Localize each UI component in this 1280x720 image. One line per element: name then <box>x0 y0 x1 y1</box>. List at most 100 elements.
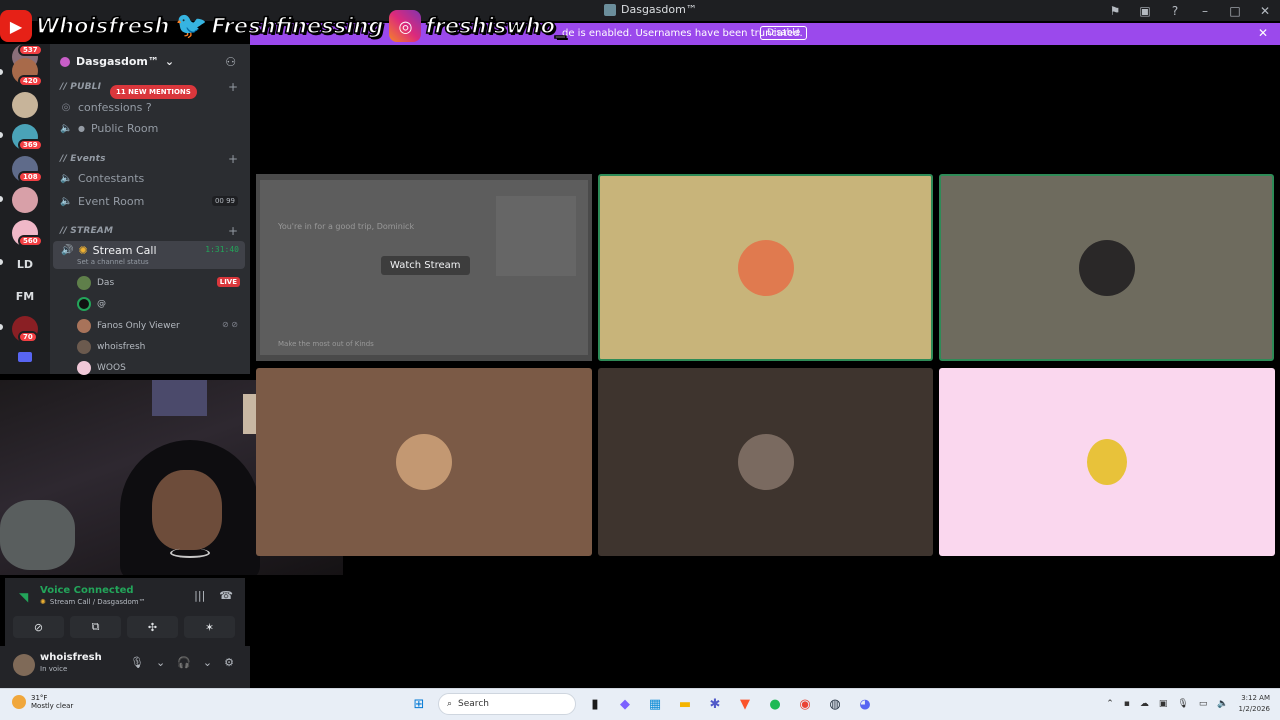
discord-icon[interactable]: ◕ <box>854 693 876 715</box>
disconnect-icon[interactable]: ☎ <box>219 589 233 602</box>
volume-icon[interactable]: 🔈 <box>1217 699 1228 709</box>
channel-public-room[interactable]: 🔈 ● Public Room <box>60 122 158 135</box>
chevron-up-icon[interactable]: ⌃ <box>1106 699 1114 709</box>
avatar[interactable] <box>13 654 35 676</box>
voice-user[interactable]: whoisfresh <box>77 340 145 354</box>
channel-status[interactable]: Set a channel status <box>77 258 149 266</box>
add-channel-icon[interactable]: + <box>228 80 238 94</box>
server-icon[interactable] <box>12 187 38 213</box>
store-icon[interactable]: ▦ <box>644 693 666 715</box>
disable-button[interactable]: Disable <box>760 26 808 40</box>
help-icon[interactable]: ? <box>1160 4 1190 18</box>
copilot-icon[interactable]: ◆ <box>614 693 636 715</box>
avatar <box>77 319 91 333</box>
minimize-button[interactable]: – <box>1190 4 1220 18</box>
voice-location[interactable]: Stream Call / Dasgasdom™ <box>50 598 146 606</box>
server-icon[interactable] <box>12 92 38 118</box>
category-events[interactable]: // Events <box>60 154 106 164</box>
watch-stream-button[interactable]: Watch Stream <box>381 256 470 275</box>
gear-icon[interactable]: ⚙ <box>224 656 234 669</box>
task-view-icon[interactable]: ▮ <box>584 693 606 715</box>
teams-icon[interactable]: ✱ <box>704 693 726 715</box>
tray-app-icon[interactable]: ▪ <box>1124 699 1130 709</box>
network-icon[interactable]: ▭ <box>1199 699 1208 709</box>
voice-user[interactable]: @ <box>77 297 106 311</box>
window-title: Dasgasdom™ <box>604 3 697 16</box>
signal-icon[interactable]: ◥ <box>19 590 28 604</box>
cloud-icon[interactable]: ☁ <box>1140 699 1149 709</box>
voice-user[interactable]: WOOS <box>77 361 126 375</box>
participant-tile[interactable] <box>256 368 592 556</box>
tray-app-icon[interactable]: ▣ <box>1159 699 1168 709</box>
channel-event-room[interactable]: 🔈 Event Room <box>60 195 144 208</box>
instagram-icon: ◎ <box>389 10 422 42</box>
channel-stream-call[interactable]: 🔊 ✺ Stream Call 1:31:40 Set a channel st… <box>53 241 245 269</box>
voice-connected-label[interactable]: Voice Connected <box>40 585 134 596</box>
add-channel-icon[interactable]: + <box>228 224 238 238</box>
maximize-button[interactable]: □ <box>1220 4 1250 18</box>
file-explorer-icon[interactable]: ▬ <box>674 693 696 715</box>
chevron-down-icon[interactable]: ⌄ <box>156 656 165 669</box>
chain-necklace <box>170 548 210 558</box>
weather-widget[interactable]: 31°F Mostly clear <box>12 694 73 710</box>
folder-icon[interactable] <box>18 352 32 362</box>
brave-icon[interactable]: ▼ <box>734 693 756 715</box>
participant-tile[interactable] <box>598 368 933 556</box>
close-window-button[interactable]: ✕ <box>1250 4 1280 18</box>
muted-deafened-icon: ⊘ ⊘ <box>222 320 238 329</box>
participant-tile[interactable] <box>939 368 1275 556</box>
invite-icon[interactable]: ⚇ <box>225 55 236 69</box>
mic-icon[interactable]: 🎙 <box>130 656 144 669</box>
channel-list: Dasgasdom™ ⌄ ⚇ // PUBLI + 11 NEW MENTION… <box>50 44 250 375</box>
category-stream[interactable]: // STREAM <box>60 226 113 236</box>
channel-contestants[interactable]: 🔈 Contestants <box>60 172 144 185</box>
avatar <box>396 434 452 490</box>
camera-off-button[interactable]: ⊘ <box>13 616 64 638</box>
instagram-handle: freshiswho_ <box>425 13 567 39</box>
inbox-icon[interactable]: ⚑ <box>1100 4 1130 18</box>
clock[interactable]: 3:12 AM 1/2/2026 <box>1239 693 1270 715</box>
mention-badge: 560 <box>18 235 43 247</box>
activities-button[interactable]: ✣ <box>127 616 178 638</box>
temperature: 31°F <box>31 694 48 702</box>
youtube-icon: ▶ <box>0 10 32 42</box>
user-limit-counter: 00 99 <box>211 196 238 206</box>
app-icon[interactable]: ● <box>764 693 786 715</box>
ebay-card <box>496 196 576 276</box>
mention-badge: 537 <box>18 44 43 56</box>
participant-tile[interactable] <box>598 174 933 361</box>
user-status: In voice <box>40 665 68 673</box>
unread-pip <box>0 259 3 265</box>
mic-icon[interactable]: 🎙 <box>1177 699 1188 709</box>
server-ld[interactable]: LD <box>12 258 38 271</box>
start-icon[interactable]: ⊞ <box>408 693 430 715</box>
add-channel-icon[interactable]: + <box>228 152 238 166</box>
notice-close-icon[interactable]: ✕ <box>1258 26 1268 40</box>
mention-badge: 70 <box>18 331 38 343</box>
unread-pip <box>0 69 3 75</box>
screen-icon[interactable]: ▣ <box>1130 4 1160 18</box>
noise-suppression-icon[interactable]: ||| <box>194 589 205 602</box>
voice-user[interactable]: Fanos Only Viewer <box>77 319 180 333</box>
weather-icon <box>12 695 26 709</box>
steam-icon[interactable]: ◍ <box>824 693 846 715</box>
screen-share-button[interactable]: ⧉ <box>70 616 121 638</box>
soundboard-button[interactable]: ✶ <box>184 616 235 638</box>
new-mentions-badge[interactable]: 11 NEW MENTIONS <box>110 85 197 99</box>
avatar <box>737 434 794 490</box>
headphones-icon[interactable]: 🎧 <box>177 656 191 669</box>
participant-tile[interactable] <box>939 174 1274 361</box>
search-box[interactable]: ⌕ Search <box>438 693 576 715</box>
channel-confessions[interactable]: ◎ confessions ? <box>60 101 152 114</box>
discord-app-icon <box>604 3 616 16</box>
chevron-down-icon[interactable]: ⌄ <box>203 656 212 669</box>
server-header[interactable]: Dasgasdom™ ⌄ <box>60 55 174 68</box>
youtube-handle: Whoisfresh <box>35 13 170 39</box>
avatar <box>737 239 794 296</box>
username[interactable]: whoisfresh <box>40 652 102 663</box>
twitter-icon: 🐦 <box>175 11 208 41</box>
chrome-icon[interactable]: ◉ <box>794 693 816 715</box>
category-public[interactable]: // PUBLI <box>60 82 101 92</box>
server-fm[interactable]: FM <box>12 290 38 303</box>
voice-user[interactable]: Das <box>77 276 114 290</box>
